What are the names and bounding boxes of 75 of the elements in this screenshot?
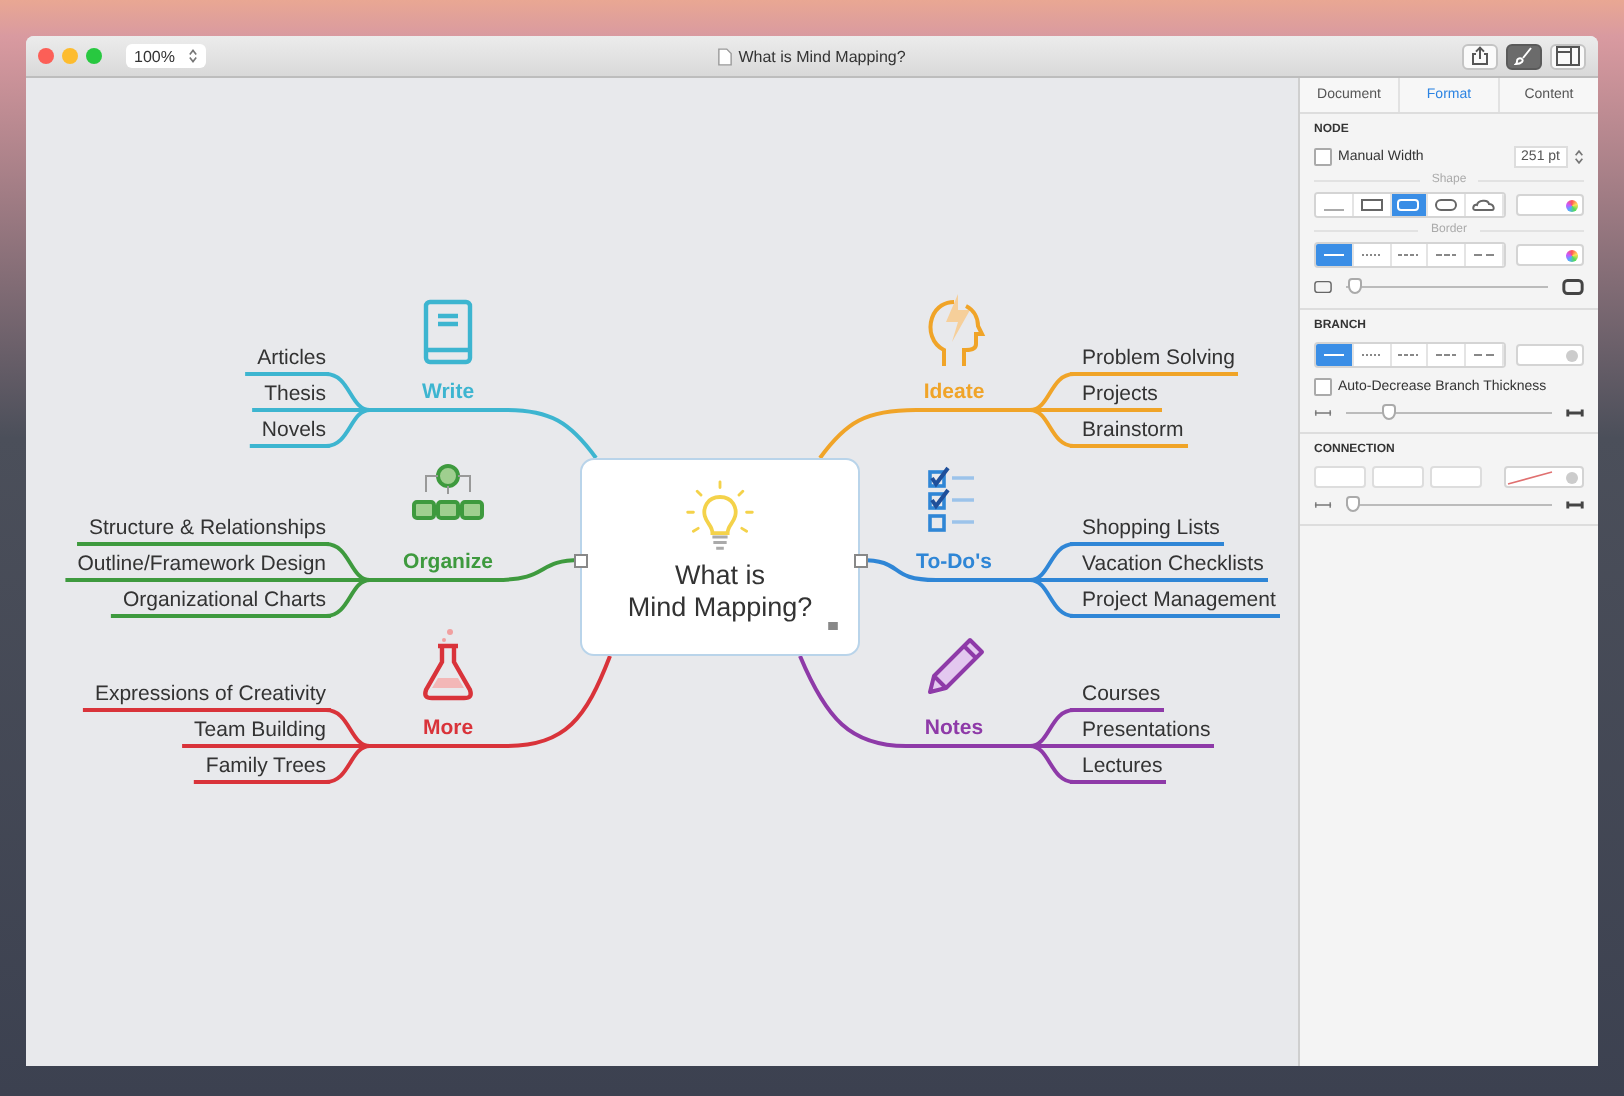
subtopic-label[interactable]: Lectures — [1070, 754, 1167, 784]
sidebar-icon — [1556, 46, 1580, 66]
subtopic-label[interactable]: Family Trees — [193, 754, 330, 784]
subtopic-label[interactable]: Team Building — [182, 718, 330, 748]
long-dashed-line-icon — [1472, 348, 1497, 362]
subtopic-label[interactable]: Structure & Relationships — [77, 516, 330, 546]
stepper-field[interactable] — [1372, 466, 1424, 488]
stepper-field[interactable] — [1430, 466, 1482, 488]
central-topic-card[interactable]: What is Mind Mapping? — [580, 458, 860, 656]
pill-icon — [1434, 198, 1459, 212]
brush-icon — [1514, 46, 1534, 66]
topic-label[interactable]: More — [422, 716, 474, 740]
subtopic-label[interactable]: Outline/Framework Design — [65, 552, 330, 582]
subtopic-label[interactable]: Vacation Checklists — [1070, 552, 1268, 582]
sidebar-button[interactable] — [1550, 43, 1586, 69]
subtopic-label[interactable]: Expressions of Creativity — [82, 682, 330, 712]
subtopic-label[interactable]: Organizational Charts — [110, 588, 330, 618]
thick-line-icon — [1566, 406, 1584, 420]
solid-line-icon — [1321, 248, 1346, 262]
dotted-line-icon — [1359, 248, 1384, 262]
thin-border-icon — [1314, 280, 1332, 294]
stepper-field[interactable] — [1314, 466, 1366, 488]
line-style-option[interactable] — [1316, 344, 1354, 366]
topic-label[interactable]: Notes — [924, 716, 984, 740]
thick-border-icon — [1562, 278, 1584, 296]
slider-thumb[interactable] — [1381, 404, 1396, 420]
subtopic-label[interactable]: Brainstorm — [1070, 418, 1188, 448]
close-button[interactable] — [38, 48, 54, 64]
solid-line-icon — [1321, 348, 1346, 362]
thick-line-icon — [1566, 498, 1584, 512]
stepper-icon — [188, 48, 198, 64]
color-well[interactable] — [1516, 194, 1584, 216]
subtopic-label[interactable]: Shopping Lists — [1070, 516, 1224, 546]
subtopic-label[interactable]: Articles — [245, 346, 330, 376]
node-handle[interactable] — [574, 554, 588, 568]
brush-button[interactable] — [1506, 43, 1542, 69]
dotted-line-icon — [1359, 348, 1384, 362]
rounded-rectangle-icon — [1396, 198, 1421, 212]
dashed-line-icon — [1434, 248, 1459, 262]
subtopic-label[interactable]: Novels — [249, 418, 330, 448]
subtopic-label[interactable]: Project Management — [1070, 588, 1280, 618]
share-icon — [1470, 46, 1490, 66]
slider-thumb[interactable] — [1346, 496, 1361, 512]
note-icon — [828, 622, 838, 630]
subtopic-label[interactable]: Thesis — [252, 382, 330, 412]
subtopic-label[interactable]: Projects — [1070, 382, 1162, 412]
window-title: What is Mind Mapping? — [738, 47, 906, 65]
dashed-line-icon — [1396, 348, 1421, 362]
zoom-button[interactable] — [86, 48, 102, 64]
border-style-option[interactable] — [1316, 244, 1354, 266]
thin-line-icon — [1314, 498, 1332, 512]
cloud-icon — [1472, 198, 1497, 212]
color-well[interactable] — [1516, 344, 1584, 366]
node-handle[interactable] — [854, 554, 868, 568]
long-dashed-line-icon — [1472, 248, 1497, 262]
color-well[interactable] — [1516, 244, 1584, 266]
zoom-field[interactable]: 100% — [126, 44, 206, 68]
central-topic-label: What is Mind Mapping? — [627, 560, 813, 624]
checkbox[interactable] — [1314, 148, 1332, 166]
shape-option[interactable] — [1391, 194, 1429, 216]
checkbox[interactable] — [1314, 378, 1332, 396]
subtopic-label[interactable]: Presentations — [1070, 718, 1215, 748]
subtopic-label[interactable]: Courses — [1070, 682, 1165, 712]
line-color-well[interactable] — [1504, 466, 1584, 488]
dashed-line-icon — [1396, 248, 1421, 262]
rectangle-icon — [1359, 198, 1384, 212]
dashed-line-icon — [1434, 348, 1459, 362]
subtopic-label[interactable]: Problem Solving — [1070, 346, 1239, 376]
document-icon — [718, 47, 733, 65]
light-bulb-icon — [682, 476, 758, 556]
stepper-icon[interactable] — [1574, 148, 1584, 166]
shape-option[interactable] — [1466, 194, 1504, 216]
slider-thumb[interactable] — [1348, 278, 1363, 294]
share-button[interactable] — [1462, 43, 1498, 69]
thin-line-icon — [1314, 406, 1332, 420]
